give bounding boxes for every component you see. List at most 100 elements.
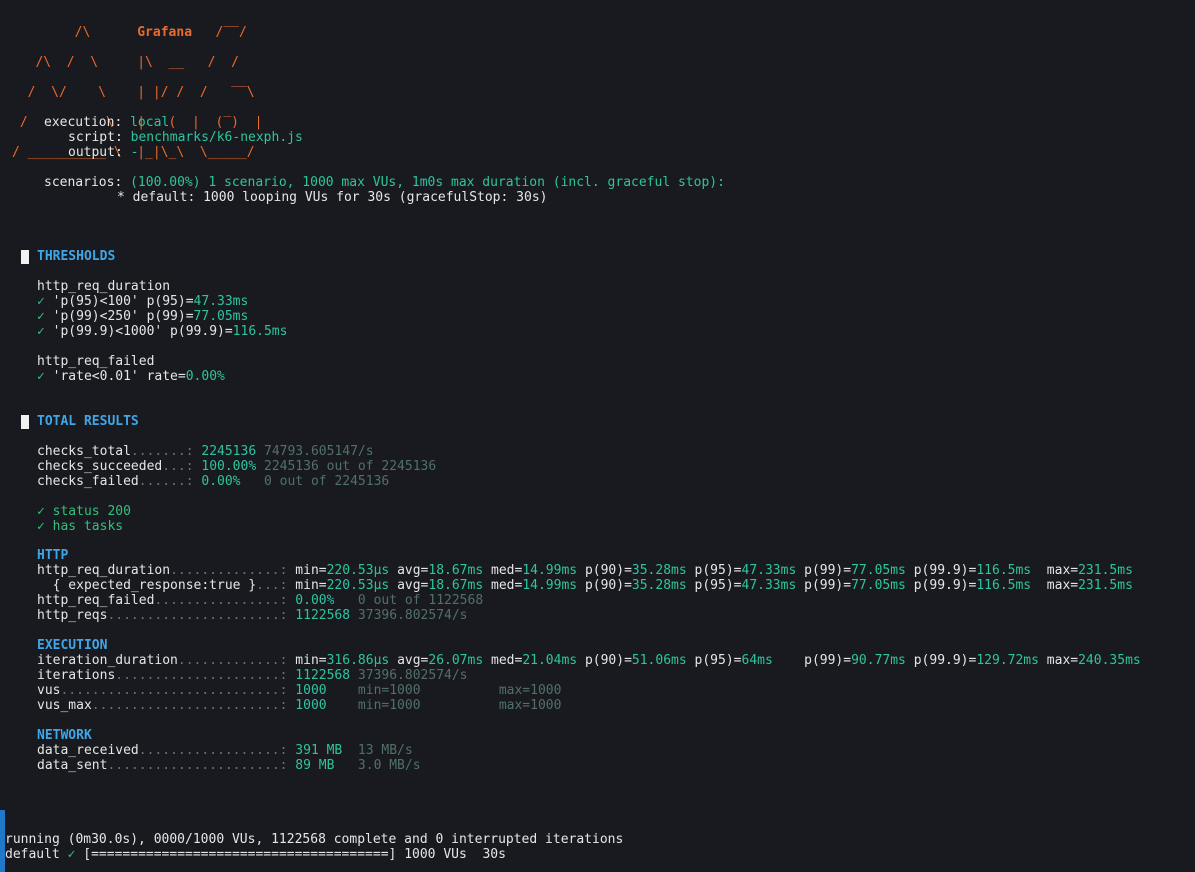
metric-value: 2245136 [201,444,257,459]
rule-text: 'rate<0.01' rate= [52,369,186,384]
metric-name: http_reqs [37,608,108,623]
metric-name: checks_total [37,444,131,459]
scenarios-line: scenarios: (100.00%) 1 scenario, 1000 ma… [44,175,725,190]
metric-dots: ......................: [107,608,288,623]
metric-dots: ......................: [107,758,288,773]
metric-name: checks_succeeded [37,459,163,474]
metric-name: data_sent [37,758,108,773]
script-label: script: [68,130,123,145]
metric-name: data_received [37,743,139,758]
thresholds-title: THRESHOLDS [37,249,116,264]
network-title: NETWORK [37,728,92,743]
output-line: output: - [68,145,138,160]
check-label: status 200 [52,504,131,519]
metric-value: 100.00% [201,459,257,474]
threshold-rule: ✓ 'rate<0.01' rate=0.00% [37,369,225,384]
section-marker [21,415,29,429]
metric-extra: 74793.605147/s [264,444,374,459]
metric-value: 391 MB [295,743,343,758]
metric-dots: ......: [138,474,194,489]
rule-value: 47.33ms [193,294,249,309]
logo-line: /\ / \ |\ __ / / [12,55,239,70]
metric-name: http_req_duration [37,563,171,578]
threshold-rule: ✓ 'p(95)<100' p(95)=47.33ms [37,294,248,309]
running-status: running (0m30.0s), 0000/1000 VUs, 112256… [5,832,624,847]
metric-extra: 0 out of 2245136 [264,474,390,489]
metric-dots: ................: [154,593,288,608]
metric-row: checks_total.......: 2245136 74793.60514… [37,444,374,459]
rule-text: 'p(99.9)<1000' p(99.9)= [52,324,233,339]
metric-min: min=1000 [357,683,421,698]
rule-text: 'p(99)<250' p(99)= [52,309,194,324]
check-icon: ✓ [37,309,45,324]
check-icon: ✓ [67,847,76,862]
check-icon: ✓ [37,504,45,519]
metric-extra: 37396.802574/s [357,608,468,623]
rule-value: 0.00% [185,369,225,384]
rule-value: 116.5ms [232,324,288,339]
default-label: default [5,847,60,862]
metric-name: vus [37,683,61,698]
metric-row: checks_succeeded...: 100.00% 2245136 out… [37,459,436,474]
script-value: benchmarks/k6-nexph.js [130,130,303,145]
metric-row: http_req_duration..............: min=220… [37,563,1133,578]
check-label: has tasks [52,519,124,534]
check-icon: ✓ [37,324,45,339]
metric-row: vus............................: 1000 mi… [37,683,561,698]
metric-row: checks_failed......: 0.00% 0 out of 2245… [37,474,389,489]
default-scenario-line: * default: 1000 looping VUs for 30s (gra… [117,190,548,205]
metric-row: data_sent......................: 89 MB 3… [37,758,421,773]
check-icon: ✓ [37,294,45,309]
metric-row: data_received..................: 391 MB … [37,743,413,758]
metric-dots: ...: [256,578,288,593]
metric-value: 0.00% [295,593,335,608]
metric-dots: .......: [130,444,194,459]
output-label: output: [68,145,123,160]
script-line: script: benchmarks/k6-nexph.js [68,130,303,145]
metric-extra: 0 out of 1122568 [357,593,484,608]
metric-name: vus_max [37,698,92,713]
progress-bar: [======================================] [83,847,397,862]
metric-dots: ........................: [91,698,288,713]
metric-value: 1000 [295,698,327,713]
check-item: ✓ has tasks [37,519,123,534]
execution-label: execution: [44,115,123,130]
rule-text: 'p(95)<100' p(95)= [52,294,194,309]
total-results-title: TOTAL RESULTS [37,414,139,429]
metric-name: iteration_duration [37,653,178,668]
metric-name: { expected_response:true } [37,578,257,593]
threshold-failed-metric: http_req_failed [37,354,155,369]
metric-extra: 37396.802574/s [357,668,468,683]
metric-value: 1122568 [295,668,351,683]
progress-tail: 1000 VUs 30s [404,847,506,862]
execution-line: execution: local [44,115,169,130]
metric-extra: 2245136 out of 2245136 [264,459,437,474]
threshold-rule: ✓ 'p(99.9)<1000' p(99.9)=116.5ms [37,324,287,339]
metric-name: iterations [37,668,116,683]
metric-max: max=1000 [498,698,562,713]
metric-name: http_req_failed [37,593,155,608]
metric-row: iterations.....................: 1122568… [37,668,468,683]
metric-dots: ..............: [170,563,288,578]
section-marker [21,250,29,264]
metric-row: http_req_failed................: 0.00% 0… [37,593,483,608]
logo-line: /\ Grafana /‾‾/ [12,25,247,40]
rule-value: 77.05ms [193,309,249,324]
metric-min: min=1000 [357,698,421,713]
metric-dots: ...: [162,459,194,474]
execution-value: local [130,115,170,130]
metric-dots: .............: [177,653,288,668]
metric-value: 1122568 [295,608,351,623]
check-item: ✓ status 200 [37,504,131,519]
check-icon: ✓ [37,519,45,534]
output-value: - [130,145,139,160]
metric-value: 0.00% [201,474,241,489]
metric-max: max=1000 [498,683,562,698]
metric-row: vus_max........................: 1000 mi… [37,698,561,713]
metric-row: http_reqs......................: 1122568… [37,608,468,623]
http-title: HTTP [37,548,69,563]
check-icon: ✓ [37,369,45,384]
metric-row: { expected_response:true }...: min=220.5… [37,578,1133,593]
threshold-rule: ✓ 'p(99)<250' p(99)=77.05ms [37,309,248,324]
logo-line: / \/ \ | |/ / / ‾‾\ [12,85,255,100]
